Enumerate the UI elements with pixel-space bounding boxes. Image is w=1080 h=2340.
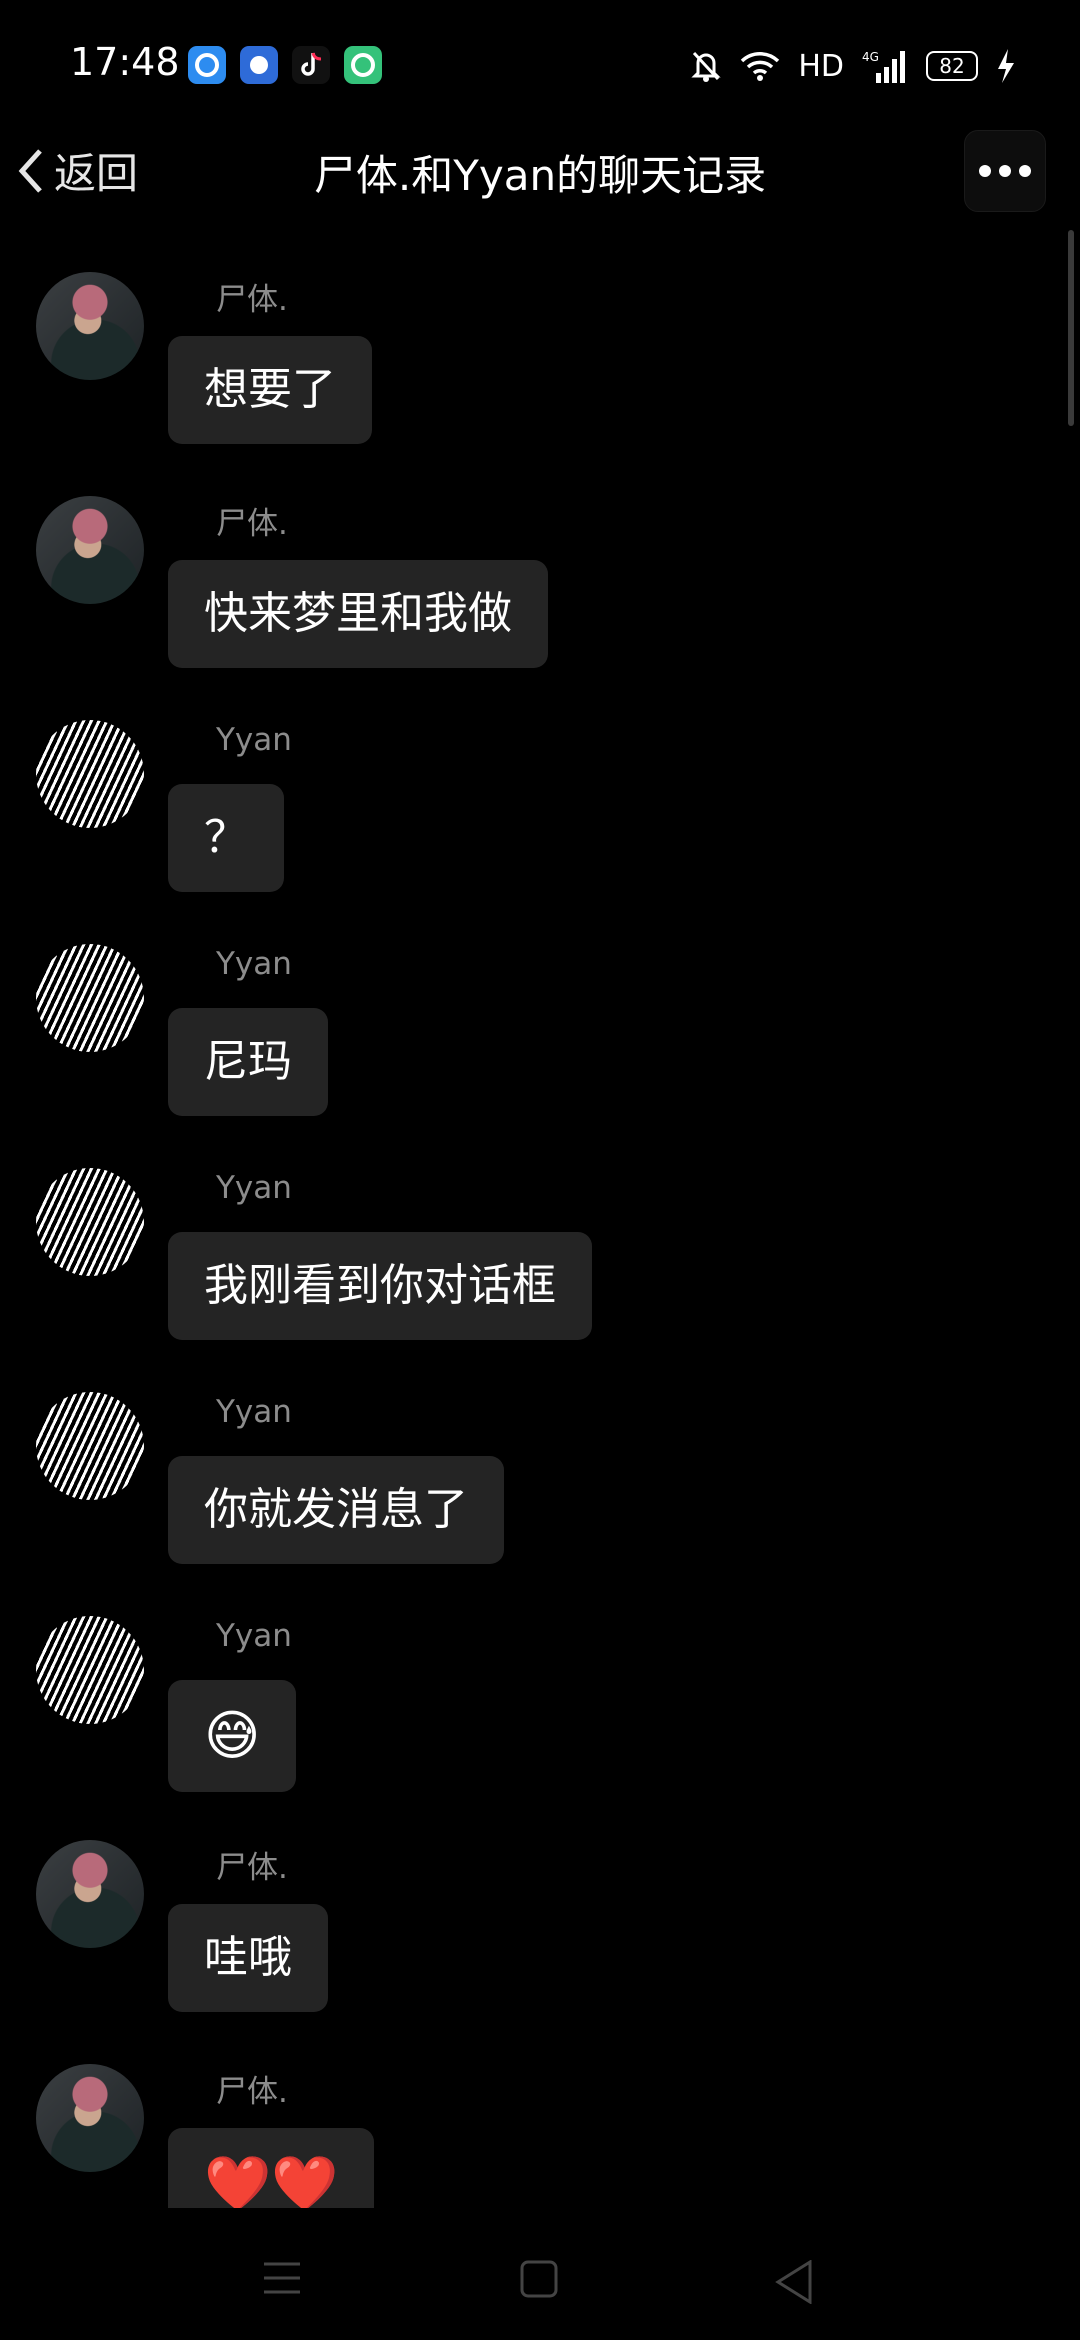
message-bubble[interactable]: 想要了 xyxy=(168,336,372,444)
message-bubble[interactable]: ？ xyxy=(168,784,284,892)
message-bubble[interactable]: 快来梦里和我做 xyxy=(168,560,548,668)
green-app-icon xyxy=(344,46,382,84)
sender-name: Yyan xyxy=(216,1618,292,1654)
avatar[interactable] xyxy=(36,1616,144,1724)
avatar[interactable] xyxy=(36,2064,144,2172)
avatar[interactable] xyxy=(36,1168,144,1276)
sender-name: 尸体. xyxy=(216,2074,288,2110)
message-row: Yyan 😅 xyxy=(0,1616,1080,1806)
sender-name: Yyan xyxy=(216,1170,292,1206)
message-bubble[interactable]: 尼玛 xyxy=(168,1008,328,1116)
avatar[interactable] xyxy=(36,1840,144,1948)
message-bubble[interactable]: 哇哦 xyxy=(168,1904,328,2012)
battery-level: 82 xyxy=(939,54,965,78)
more-button[interactable] xyxy=(964,130,1046,212)
message-row: 尸体. 想要了 xyxy=(0,272,1080,462)
message-row: Yyan 尼玛 xyxy=(0,944,1080,1134)
sender-name: Yyan xyxy=(216,1394,292,1430)
more-icon xyxy=(979,165,1031,177)
sender-name: Yyan xyxy=(216,946,292,982)
sender-name: 尸体. xyxy=(216,282,288,318)
avatar[interactable] xyxy=(36,272,144,380)
message-row: 尸体. 哇哦 xyxy=(0,1840,1080,2030)
navigation-bar xyxy=(0,2208,1080,2340)
avatar[interactable] xyxy=(36,496,144,604)
back-triangle-icon[interactable] xyxy=(774,2260,814,2304)
message-bubble[interactable]: 你就发消息了 xyxy=(168,1456,504,1564)
avatar[interactable] xyxy=(36,944,144,1052)
hd-indicator: HD xyxy=(798,48,844,84)
avatar[interactable] xyxy=(36,1392,144,1500)
chat-history-header: 返回 尸体.和Yyan的聊天记录 xyxy=(0,130,1080,230)
system-icons: HD 4G 82 xyxy=(690,44,1016,88)
message-row: Yyan ？ xyxy=(0,720,1080,910)
menu-icon[interactable] xyxy=(262,2260,302,2296)
bell-mute-icon xyxy=(691,51,721,82)
home-square-icon[interactable] xyxy=(520,2260,560,2298)
sender-name: 尸体. xyxy=(216,506,288,542)
signal-icon: 4G xyxy=(862,50,905,83)
svg-text:4G: 4G xyxy=(862,50,879,64)
message-row: Yyan 我刚看到你对话框 xyxy=(0,1168,1080,1358)
sender-name: 尸体. xyxy=(216,1850,288,1886)
message-bubble[interactable]: 我刚看到你对话框 xyxy=(168,1232,592,1340)
baidu-app-icon xyxy=(240,46,278,84)
message-row: Yyan 你就发消息了 xyxy=(0,1392,1080,1582)
battery-icon: 82 xyxy=(926,51,978,81)
browser-app-icon xyxy=(188,46,226,84)
message-row: 尸体. 快来梦里和我做 xyxy=(0,496,1080,686)
wifi-icon xyxy=(741,52,780,81)
notification-app-icons xyxy=(188,46,382,84)
avatar[interactable] xyxy=(36,720,144,828)
tiktok-app-icon xyxy=(292,46,330,84)
sender-name: Yyan xyxy=(216,722,292,758)
message-bubble[interactable]: 😅 xyxy=(168,1680,297,1792)
status-time: 17:48 xyxy=(70,40,180,84)
status-bar: 17:48 HD 4G 82 xyxy=(0,0,1080,130)
charging-icon xyxy=(998,49,1014,83)
page-title: 尸体.和Yyan的聊天记录 xyxy=(313,151,767,200)
